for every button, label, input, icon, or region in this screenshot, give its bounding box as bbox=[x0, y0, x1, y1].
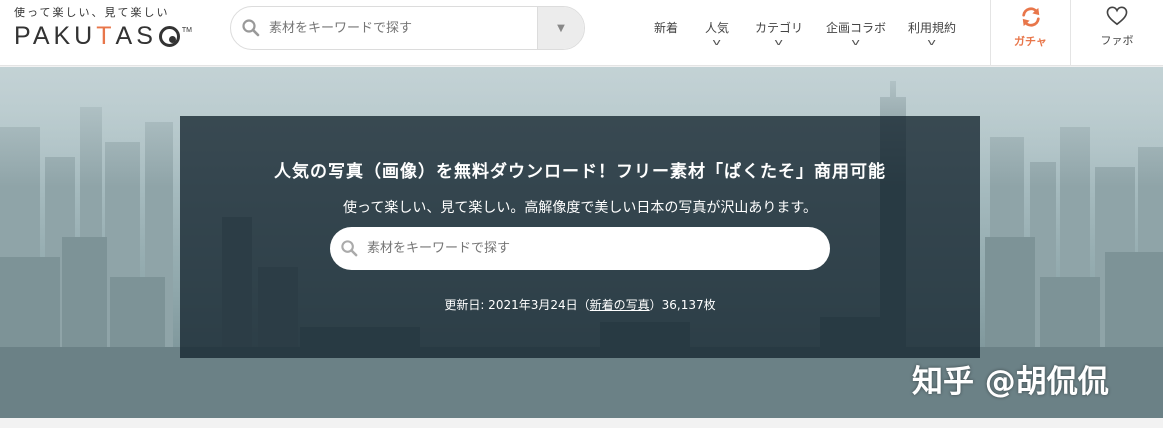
nav-item-label: 企画コラボ bbox=[825, 21, 886, 35]
header-search: ▼ bbox=[230, 6, 585, 50]
main-nav: 新着 人気 v カテゴリ v 企画コラボ v 利用規約 v bbox=[640, 0, 968, 66]
logo-wordmark-accent: T bbox=[96, 22, 116, 50]
new-photos-link[interactable]: 新着の写真 bbox=[590, 298, 650, 312]
logo-trademark: TM bbox=[181, 27, 192, 34]
chevron-down-icon: v bbox=[774, 38, 784, 48]
gacha-button[interactable]: ガチャ bbox=[990, 0, 1070, 66]
hero-search bbox=[330, 227, 830, 270]
nav-item-popular[interactable]: 人気 v bbox=[692, 0, 742, 66]
search-dropdown-button[interactable]: ▼ bbox=[537, 7, 584, 49]
logo-wordmark: PAKU T AS TM bbox=[14, 22, 192, 51]
hero-panel: 人気の写真（画像）を無料ダウンロード！フリー素材「ぱくたそ」商用可能 使って楽し… bbox=[180, 116, 980, 358]
nav-item-new[interactable]: 新着 bbox=[640, 0, 692, 66]
search-icon bbox=[242, 19, 260, 37]
page-bottom-strip bbox=[0, 418, 1163, 428]
nav-item-terms[interactable]: 利用規約 v bbox=[896, 0, 968, 66]
favorite-button[interactable]: ファボ bbox=[1070, 0, 1163, 66]
chevron-down-icon: v bbox=[712, 38, 722, 48]
nav-item-label: カテゴリ bbox=[754, 21, 803, 35]
site-header: 使って楽しい、見て楽しい PAKUTAS TM ▼ 新着 人気 v カテゴリ v … bbox=[0, 0, 1163, 66]
site-logo[interactable]: 使って楽しい、見て楽しい PAKU T AS TM bbox=[14, 4, 214, 60]
favorite-label: ファボ bbox=[1100, 34, 1134, 47]
update-info: 更新日: 2021年3月24日（新着の写真）36,137枚 bbox=[180, 296, 980, 313]
watermark: 知乎 @胡侃侃 bbox=[912, 364, 1109, 400]
caret-down-icon: ▼ bbox=[557, 22, 565, 34]
logo-tagline: 使って楽しい、見て楽しい bbox=[14, 6, 170, 19]
chevron-down-icon: v bbox=[851, 38, 861, 48]
heart-icon bbox=[1106, 6, 1128, 26]
logo-wordmark-end: AS bbox=[115, 22, 157, 50]
search-icon bbox=[341, 240, 358, 257]
nav-item-label: 新着 bbox=[653, 21, 678, 35]
header-search-input[interactable] bbox=[269, 7, 529, 49]
refresh-icon bbox=[1021, 7, 1040, 27]
hero-title: 人気の写真（画像）を無料ダウンロード！フリー素材「ぱくたそ」商用可能 bbox=[274, 162, 886, 182]
logo-wordmark-start: PAKU bbox=[14, 22, 97, 50]
update-info-suffix: ）36,137枚 bbox=[649, 298, 716, 312]
nav-item-category[interactable]: カテゴリ v bbox=[742, 0, 816, 66]
update-info-prefix: 更新日: 2021年3月24日（ bbox=[444, 298, 590, 312]
chevron-down-icon: v bbox=[927, 38, 937, 48]
nav-item-label: 利用規約 bbox=[907, 21, 956, 35]
hero-subtitle: 使って楽しい、見て楽しい。高解像度で美しい日本の写真が沢山あります。 bbox=[343, 200, 817, 216]
logo-o-icon bbox=[158, 26, 180, 47]
nav-item-label: 人気 bbox=[704, 21, 729, 35]
hero-search-input[interactable] bbox=[367, 227, 807, 270]
nav-item-collab[interactable]: 企画コラボ v bbox=[816, 0, 896, 66]
gacha-label: ガチャ bbox=[1014, 35, 1047, 48]
